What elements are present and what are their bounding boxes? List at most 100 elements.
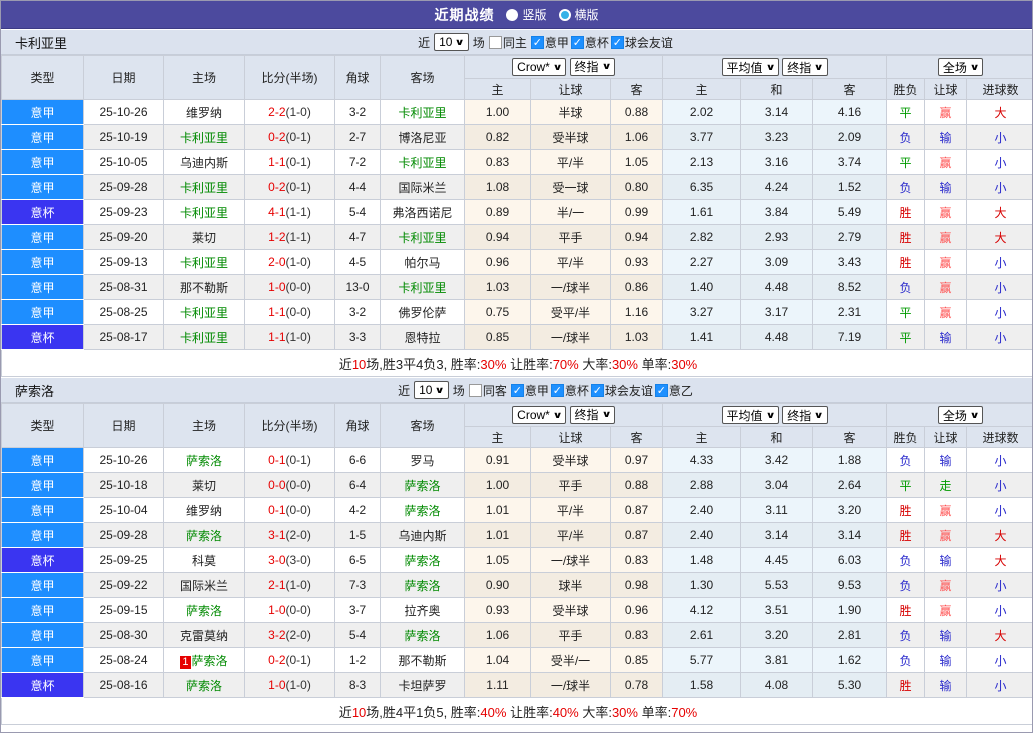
sub-header-avg-home: 主 xyxy=(663,79,741,100)
league-filter-label: 意甲 xyxy=(525,382,549,399)
match-type: 意甲 xyxy=(2,125,84,150)
odds-away: 0.94 xyxy=(611,225,663,250)
fulltime-score: 3-1 xyxy=(268,528,285,542)
view-option-label: 竖版 xyxy=(522,6,546,23)
halftime-score: (1-0) xyxy=(286,678,311,692)
result-winloss: 胜 xyxy=(887,200,925,225)
matches-table: 类型 日期 主场 比分(半场) 角球 客场 Crow*∨ 终指∨ 平均值∨ 终指… xyxy=(1,55,1033,377)
odds-away: 0.87 xyxy=(611,523,663,548)
avg-home: 4.33 xyxy=(663,448,741,473)
odds-stage-select[interactable]: 终指∨ xyxy=(570,58,615,76)
odds-home: 1.06 xyxy=(465,623,531,648)
avg-home: 1.41 xyxy=(663,325,741,350)
match-row: 意甲25-10-19卡利亚里0-2(0-1)2-7博洛尼亚0.82受半球1.06… xyxy=(2,125,1033,150)
avg-draw: 4.08 xyxy=(741,673,813,698)
match-score: 1-1(1-0) xyxy=(245,325,335,350)
recent-count-select[interactable]: 10∨ xyxy=(414,381,449,399)
average-select[interactable]: 平均值∨ xyxy=(722,406,779,424)
summary-segment: 30% xyxy=(612,705,638,720)
team-name-text: 萨索洛 xyxy=(186,604,222,618)
match-row: 意甲25-10-05乌迪内斯1-1(0-1)7-2卡利亚里0.83平/半1.05… xyxy=(2,150,1033,175)
chevron-down-icon: ∨ xyxy=(455,37,465,48)
scope-select[interactable]: 全场∨ xyxy=(938,406,983,424)
checkbox-unchecked-icon[interactable] xyxy=(489,36,502,49)
avg-away: 3.74 xyxy=(813,150,887,175)
result-handicap: 赢 xyxy=(925,300,967,325)
result-winloss: 负 xyxy=(887,648,925,673)
result-winloss: 负 xyxy=(887,275,925,300)
recent-label: 近 xyxy=(418,34,430,51)
team-name: 萨索洛 xyxy=(15,381,54,400)
scope-select[interactable]: 全场∨ xyxy=(938,58,983,76)
odds-away: 0.96 xyxy=(611,598,663,623)
summary-segment: 30% xyxy=(612,357,638,372)
away-team: 国际米兰 xyxy=(381,175,465,200)
col-header-away: 客场 xyxy=(381,404,465,448)
odds-away: 0.98 xyxy=(611,573,663,598)
league-filter[interactable]: ✓意甲 xyxy=(531,34,569,51)
fulltime-score: 0-2 xyxy=(268,180,285,194)
corner-score: 6-4 xyxy=(335,473,381,498)
league-filter[interactable]: ✓意乙 xyxy=(655,382,693,399)
fulltime-score: 0-0 xyxy=(268,478,285,492)
summary-segment: 大率: xyxy=(579,705,612,720)
corner-score: 5-4 xyxy=(335,200,381,225)
same-venue-filter[interactable]: 同主 xyxy=(489,34,527,51)
chevron-down-icon: ∨ xyxy=(552,62,562,73)
league-filter[interactable]: ✓意杯 xyxy=(571,34,609,51)
recent-count-select[interactable]: 10∨ xyxy=(434,33,469,51)
handicap-line: 平手 xyxy=(531,623,611,648)
avg-draw: 3.16 xyxy=(741,150,813,175)
result-goals: 小 xyxy=(967,598,1033,623)
league-filter[interactable]: ✓球会友谊 xyxy=(611,34,673,51)
checkbox-checked-icon[interactable]: ✓ xyxy=(655,384,668,397)
checkbox-checked-icon[interactable]: ✓ xyxy=(531,36,544,49)
avg-draw: 3.84 xyxy=(741,200,813,225)
average-stage-select[interactable]: 终指∨ xyxy=(782,406,827,424)
away-team: 拉齐奥 xyxy=(381,598,465,623)
halftime-score: (0-1) xyxy=(286,130,311,144)
chevron-down-icon: ∨ xyxy=(814,410,824,421)
avg-away: 7.19 xyxy=(813,325,887,350)
view-option-horizontal[interactable]: 横版 xyxy=(559,6,599,23)
checkbox-checked-icon[interactable]: ✓ xyxy=(591,384,604,397)
result-goals: 小 xyxy=(967,473,1033,498)
result-winloss: 负 xyxy=(887,125,925,150)
view-option-vertical[interactable]: 竖版 xyxy=(506,6,546,23)
handicap-line: 受平/半 xyxy=(531,300,611,325)
checkbox-unchecked-icon[interactable] xyxy=(469,384,482,397)
checkbox-checked-icon[interactable]: ✓ xyxy=(571,36,584,49)
odds-company-select[interactable]: Crow*∨ xyxy=(512,406,566,424)
fulltime-score: 0-2 xyxy=(268,653,285,667)
league-filter[interactable]: ✓意杯 xyxy=(551,382,589,399)
average-stage-select[interactable]: 终指∨ xyxy=(782,58,827,76)
match-score: 3-1(2-0) xyxy=(245,523,335,548)
league-filter[interactable]: ✓球会友谊 xyxy=(591,382,653,399)
team-name-text: 那不勒斯 xyxy=(398,654,446,668)
sub-header-avg-away: 客 xyxy=(813,427,887,448)
odds-home: 1.00 xyxy=(465,100,531,125)
league-filter[interactable]: ✓意甲 xyxy=(511,382,549,399)
away-team: 卡利亚里 xyxy=(381,100,465,125)
col-header-date: 日期 xyxy=(84,404,164,448)
fulltime-score: 4-1 xyxy=(268,205,285,219)
result-handicap: 赢 xyxy=(925,200,967,225)
average-select[interactable]: 平均值∨ xyxy=(722,58,779,76)
handicap-line: 球半 xyxy=(531,573,611,598)
col-header-corner: 角球 xyxy=(335,56,381,100)
fulltime-score: 2-2 xyxy=(268,105,285,119)
checkbox-checked-icon[interactable]: ✓ xyxy=(551,384,564,397)
odds-company-select[interactable]: Crow*∨ xyxy=(512,58,566,76)
avg-away: 2.79 xyxy=(813,225,887,250)
summary-segment: 30% xyxy=(480,357,506,372)
same-venue-filter[interactable]: 同客 xyxy=(469,382,507,399)
match-score: 1-2(1-1) xyxy=(245,225,335,250)
odds-home: 0.90 xyxy=(465,573,531,598)
sub-header-avg-draw: 和 xyxy=(741,79,813,100)
team-name-text: 萨索洛 xyxy=(404,629,440,643)
avg-away: 3.20 xyxy=(813,498,887,523)
checkbox-checked-icon[interactable]: ✓ xyxy=(611,36,624,49)
odds-stage-select[interactable]: 终指∨ xyxy=(570,406,615,424)
result-winloss: 胜 xyxy=(887,225,925,250)
checkbox-checked-icon[interactable]: ✓ xyxy=(511,384,524,397)
